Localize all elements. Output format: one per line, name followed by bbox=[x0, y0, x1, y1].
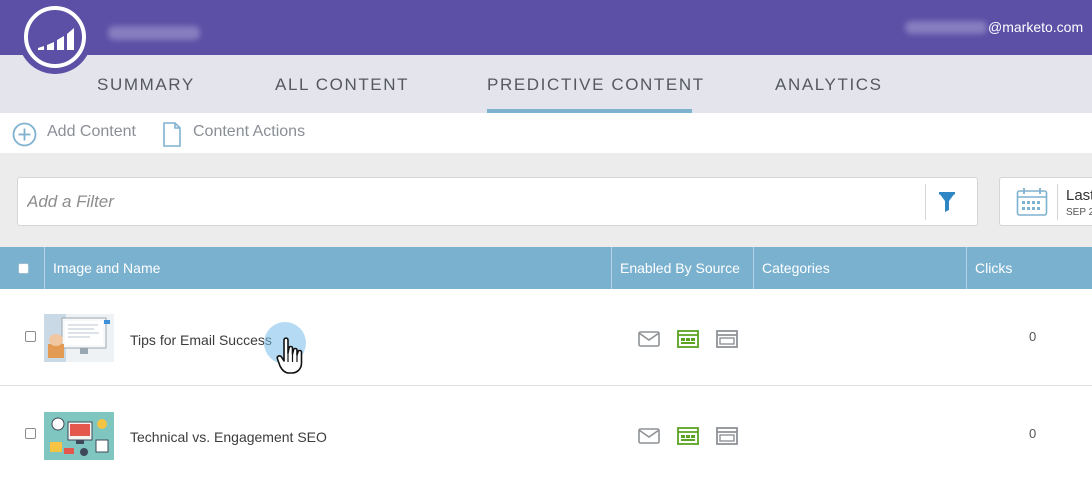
marketo-logo[interactable] bbox=[18, 0, 92, 74]
add-content-label: Add Content bbox=[47, 123, 136, 140]
plus-circle-icon bbox=[12, 122, 37, 147]
funnel-icon[interactable] bbox=[938, 191, 956, 218]
tab-predictive-content[interactable]: PREDICTIVE CONTENT bbox=[487, 75, 705, 95]
content-toolbar: Add Content Content Actions bbox=[0, 113, 1092, 153]
marketo-logo-icon bbox=[24, 6, 86, 68]
table-header: Image and Name Enabled By Source Categor… bbox=[0, 247, 1092, 289]
select-all-checkbox[interactable] bbox=[18, 263, 29, 274]
date-range-label: Last bbox=[1066, 187, 1092, 204]
content-name[interactable]: Tips for Email Success bbox=[130, 332, 272, 348]
top-header: @marketo.com bbox=[0, 0, 1092, 55]
tab-analytics[interactable]: ANALYTICS bbox=[775, 75, 883, 95]
tab-all-content[interactable]: ALL CONTENT bbox=[275, 75, 409, 95]
table-row[interactable]: Tips for Email Success 0 bbox=[0, 289, 1092, 386]
user-name-redacted bbox=[905, 21, 987, 34]
web-page-icon bbox=[677, 330, 699, 353]
hand-cursor-icon bbox=[276, 336, 306, 381]
filter-divider bbox=[925, 184, 926, 220]
rich-media-icon bbox=[716, 427, 738, 450]
row-checkbox[interactable] bbox=[25, 428, 36, 439]
content-thumbnail bbox=[44, 412, 114, 460]
row-checkbox[interactable] bbox=[25, 331, 36, 342]
tab-summary[interactable]: SUMMARY bbox=[97, 75, 195, 95]
account-name-redacted bbox=[108, 26, 200, 40]
email-icon bbox=[638, 428, 660, 449]
calendar-icon bbox=[1016, 187, 1048, 222]
date-divider bbox=[1057, 184, 1058, 220]
clicks-count: 0 bbox=[1029, 329, 1037, 344]
column-header-enabled-by-source[interactable]: Enabled By Source bbox=[611, 247, 754, 289]
column-header-categories[interactable]: Categories bbox=[753, 247, 966, 289]
column-header-image-and-name[interactable]: Image and Name bbox=[44, 247, 612, 289]
date-range-picker[interactable]: Last SEP 2 bbox=[999, 177, 1092, 226]
rich-media-icon bbox=[716, 330, 738, 353]
clicks-count: 0 bbox=[1029, 426, 1037, 441]
date-range-sub: SEP 2 bbox=[1066, 207, 1092, 218]
filter-input[interactable] bbox=[27, 191, 907, 213]
content-thumbnail bbox=[44, 314, 114, 362]
document-icon bbox=[163, 122, 181, 147]
content-actions-label: Content Actions bbox=[193, 123, 306, 140]
web-page-icon bbox=[677, 427, 699, 450]
table-row[interactable]: Technical vs. Engagement SEO 0 bbox=[0, 386, 1092, 477]
email-icon bbox=[638, 331, 660, 352]
filter-box bbox=[17, 177, 978, 226]
main-tabs: SUMMARY ALL CONTENT PREDICTIVE CONTENT A… bbox=[0, 55, 1092, 113]
column-header-clicks[interactable]: Clicks bbox=[966, 247, 1092, 289]
user-email[interactable]: @marketo.com bbox=[988, 19, 1083, 35]
content-name[interactable]: Technical vs. Engagement SEO bbox=[130, 429, 327, 445]
filter-bar: Last SEP 2 bbox=[0, 153, 1092, 247]
